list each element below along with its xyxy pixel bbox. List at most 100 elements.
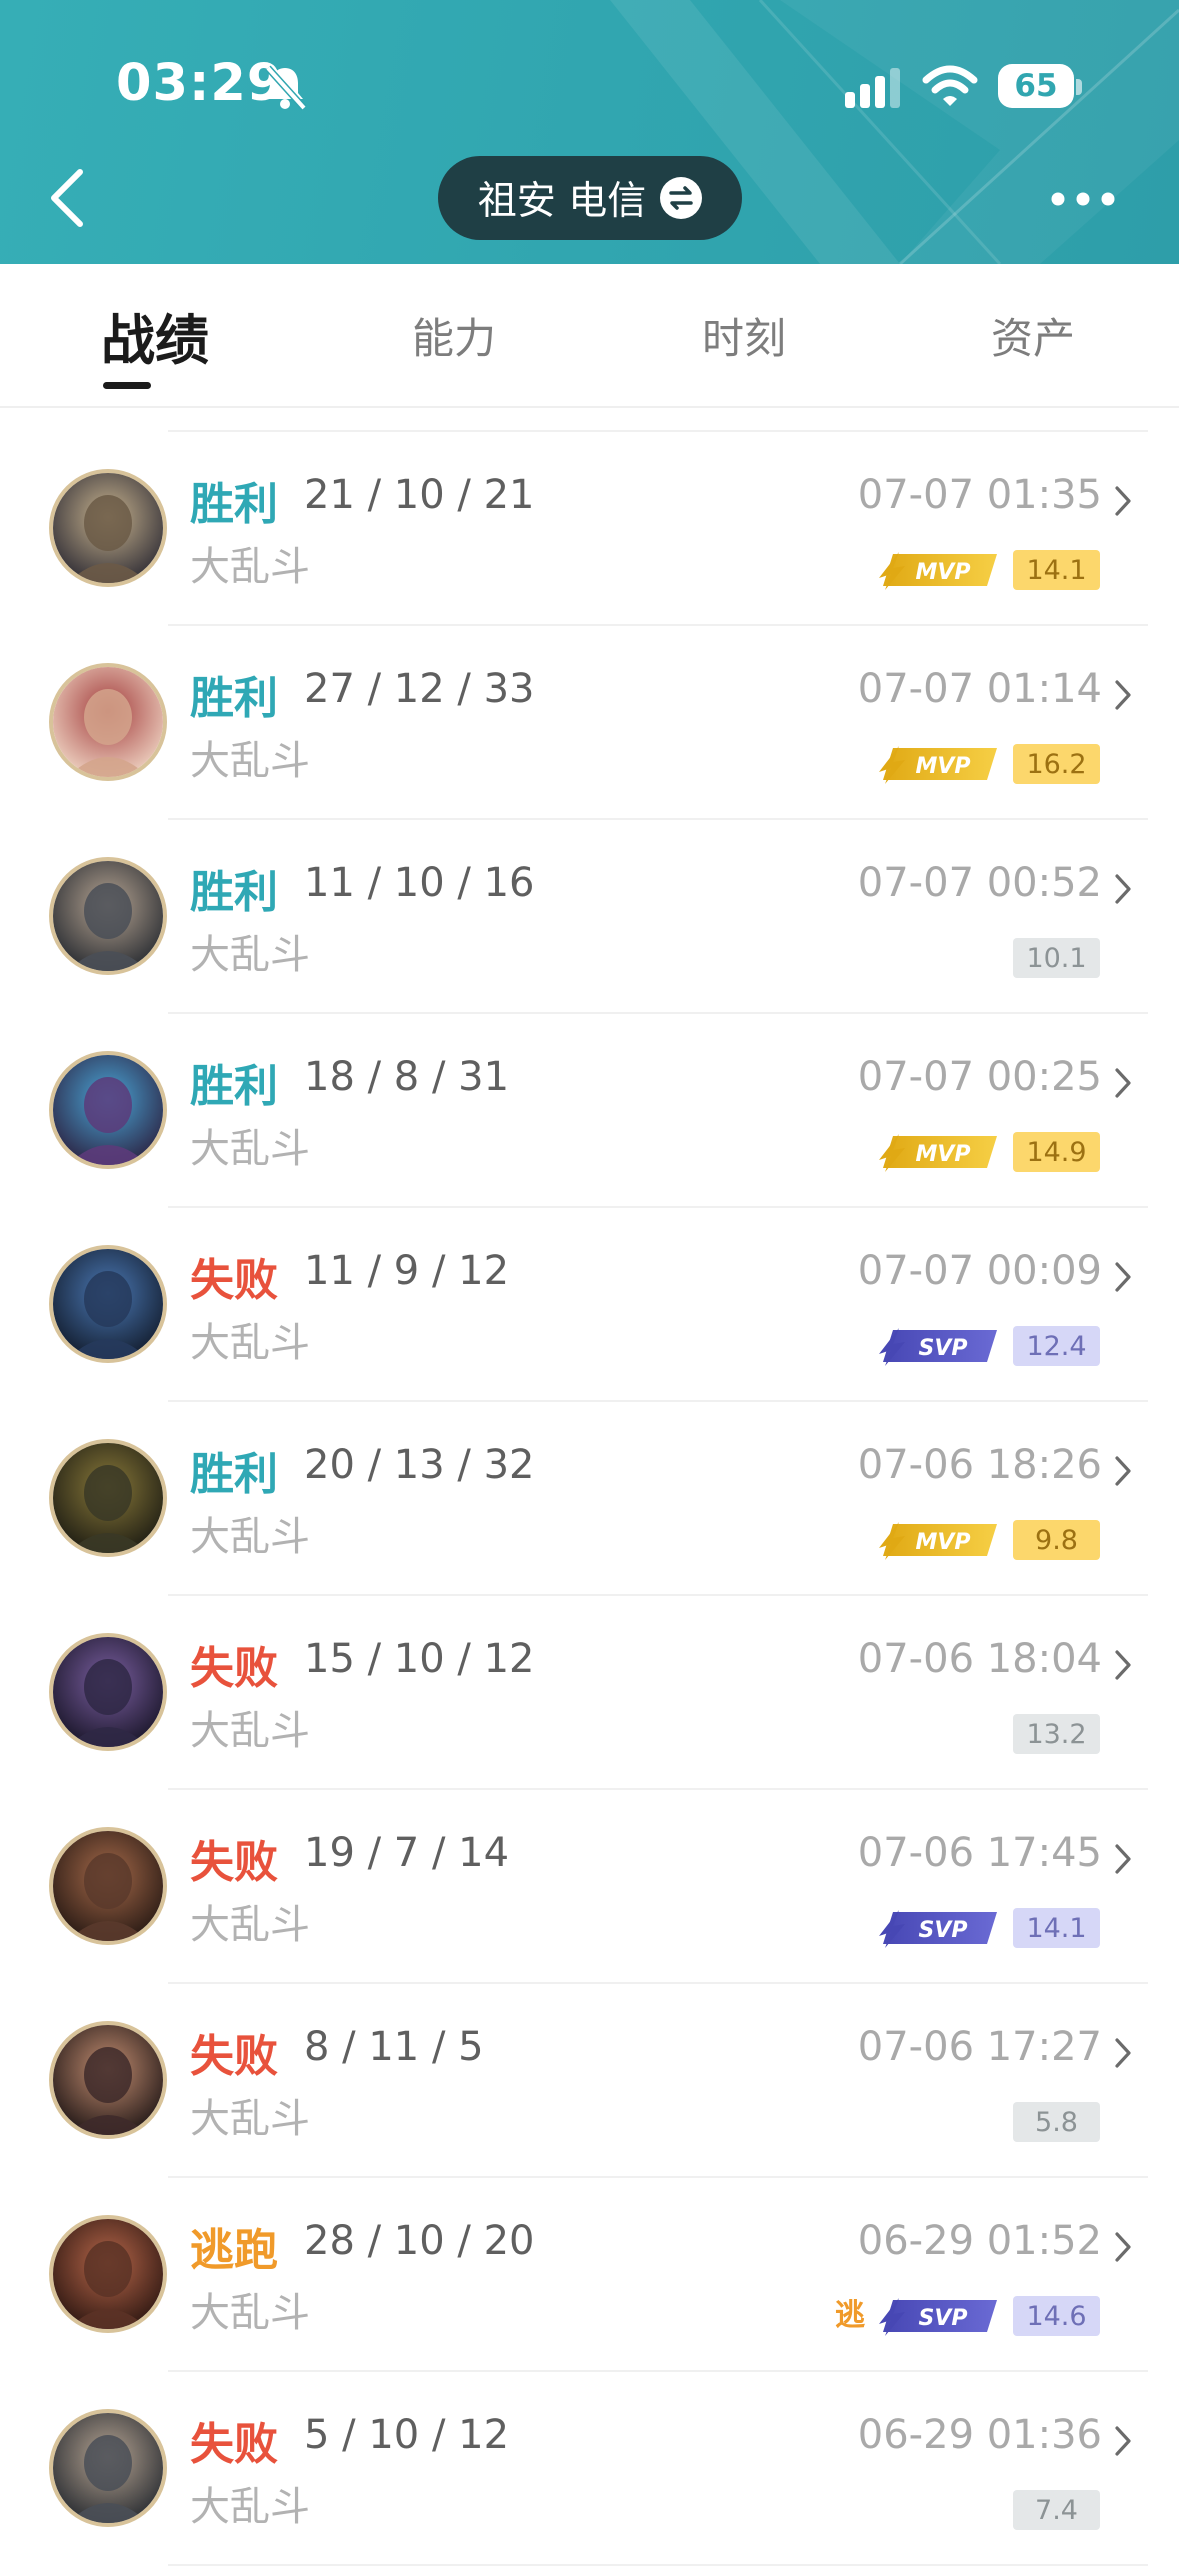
mvp-badge-icon: MVP [879, 1522, 997, 1560]
match-time: 07-07 00:09 [857, 1248, 1102, 1294]
score-badge: 5.8 [1013, 2102, 1100, 2142]
chevron-right-icon [1115, 1650, 1131, 1680]
match-row[interactable]: 胜利 20 / 13 / 32 大乱斗 07-06 18:26 MVP 9.8 [0, 1402, 1179, 1596]
match-result: 失败 [190, 2419, 278, 2470]
match-time: 07-06 18:04 [857, 1636, 1102, 1682]
swap-icon [660, 177, 703, 219]
tab-records[interactable]: 战绩 [55, 264, 255, 406]
match-mode: 大乱斗 [190, 1126, 310, 1172]
match-mode: 大乱斗 [190, 1514, 310, 1560]
champion-avatar [49, 1245, 167, 1363]
champion-avatar [49, 469, 167, 587]
match-result: 胜利 [190, 673, 278, 724]
chevron-right-icon [1115, 874, 1131, 904]
tab-ability[interactable]: 能力 [354, 264, 554, 406]
match-result: 失败 [190, 1643, 278, 1694]
bell-muted-icon [265, 65, 307, 111]
match-row[interactable]: 胜利 27 / 12 / 33 大乱斗 07-07 01:14 MVP 16.2 [0, 626, 1179, 820]
score-badge: 7.4 [1013, 2490, 1100, 2530]
champion-portrait [53, 2219, 163, 2329]
chevron-right-icon [1115, 1456, 1131, 1486]
match-badges: SVP 12.4 [879, 1323, 1100, 1369]
match-time: 07-06 17:27 [857, 2024, 1102, 2070]
match-row[interactable]: 失败 8 / 11 / 5 大乱斗 07-06 17:27 5.8 [0, 1984, 1179, 2178]
match-result: 胜利 [190, 479, 278, 530]
chevron-right-icon [1115, 1068, 1131, 1098]
wifi-icon [922, 65, 978, 106]
champion-avatar [49, 857, 167, 975]
svg-text:SVP: SVP [919, 1918, 968, 1943]
match-row[interactable]: 失败 5 / 10 / 12 大乱斗 06-29 01:36 7.4 [0, 2372, 1179, 2566]
match-mode: 大乱斗 [190, 1708, 310, 1754]
svp-badge-icon: SVP [879, 2298, 997, 2336]
server-name: 祖安 电信 [477, 179, 647, 224]
match-result: 失败 [190, 2031, 278, 2082]
score-badge: 13.2 [1013, 1714, 1100, 1754]
svg-text:SVP: SVP [919, 1336, 968, 1361]
match-row[interactable]: 胜利 11 / 10 / 16 大乱斗 07-07 00:52 10.1 [0, 820, 1179, 1014]
svg-text:MVP: MVP [915, 1530, 970, 1555]
match-badges: 10.1 [1013, 935, 1100, 981]
mvp-badge-icon: MVP [879, 552, 997, 590]
champion-avatar [49, 1439, 167, 1557]
match-kda: 20 / 13 / 32 [304, 1442, 535, 1488]
match-time: 07-07 00:25 [857, 1054, 1102, 1100]
match-time: 07-07 00:52 [857, 860, 1102, 906]
score-badge: 14.9 [1013, 1132, 1100, 1172]
chevron-right-icon [1115, 2426, 1131, 2456]
champion-portrait [53, 2413, 163, 2523]
server-switch-button[interactable]: 祖安 电信 [438, 156, 742, 240]
back-icon[interactable] [40, 158, 100, 238]
svp-badge-icon: SVP [879, 1328, 997, 1366]
svg-text:SVP: SVP [919, 2306, 968, 2331]
match-list: 胜利 21 / 10 / 21 大乱斗 07-07 01:35 MVP 14.1… [0, 432, 1179, 2566]
champion-avatar [49, 663, 167, 781]
match-kda: 15 / 10 / 12 [304, 1636, 535, 1682]
match-kda: 19 / 7 / 14 [304, 1830, 510, 1876]
tab-bar: 战绩 能力 时刻 资产 [0, 264, 1179, 408]
match-badges: SVP 14.1 [879, 1905, 1100, 1951]
match-time: 06-29 01:36 [857, 2412, 1102, 2458]
match-kda: 27 / 12 / 33 [304, 666, 535, 712]
champion-portrait [53, 667, 163, 777]
match-kda: 5 / 10 / 12 [304, 2412, 510, 2458]
match-kda: 18 / 8 / 31 [304, 1054, 510, 1100]
match-row[interactable]: 失败 15 / 10 / 12 大乱斗 07-06 18:04 13.2 [0, 1596, 1179, 1790]
chevron-right-icon [1115, 1844, 1131, 1874]
flee-icon: 逃 [835, 2298, 865, 2333]
match-time: 07-06 18:26 [857, 1442, 1102, 1488]
champion-avatar [49, 2021, 167, 2139]
tab-moments[interactable]: 时刻 [644, 264, 844, 406]
score-badge: 16.2 [1013, 744, 1100, 784]
champion-portrait [53, 1055, 163, 1165]
signal-icon [845, 68, 900, 108]
champion-portrait [53, 861, 163, 971]
match-result: 胜利 [190, 867, 278, 918]
match-mode: 大乱斗 [190, 932, 310, 978]
match-kda: 21 / 10 / 21 [304, 472, 535, 518]
champion-avatar [49, 1633, 167, 1751]
score-badge: 12.4 [1013, 1326, 1100, 1366]
match-row[interactable]: 胜利 21 / 10 / 21 大乱斗 07-07 01:35 MVP 14.1 [0, 432, 1179, 626]
match-row[interactable]: 失败 19 / 7 / 14 大乱斗 07-06 17:45 SVP 14.1 [0, 1790, 1179, 1984]
more-icon[interactable] [1048, 176, 1118, 222]
match-result: 失败 [190, 1837, 278, 1888]
match-time: 07-06 17:45 [857, 1830, 1102, 1876]
match-badges: MVP 14.1 [879, 547, 1100, 593]
chevron-right-icon [1115, 680, 1131, 710]
match-time: 07-07 01:35 [857, 472, 1102, 518]
champion-portrait [53, 1249, 163, 1359]
match-kda: 11 / 10 / 16 [304, 860, 535, 906]
match-row[interactable]: 逃跑 28 / 10 / 20 大乱斗 06-29 01:52 逃 SVP 14… [0, 2178, 1179, 2372]
mvp-badge-icon: MVP [879, 746, 997, 784]
match-badges: MVP 9.8 [879, 1517, 1100, 1563]
match-row[interactable]: 失败 11 / 9 / 12 大乱斗 07-07 00:09 SVP 12.4 [0, 1208, 1179, 1402]
tab-assets[interactable]: 资产 [933, 264, 1133, 406]
match-time: 06-29 01:52 [857, 2218, 1102, 2264]
match-mode: 大乱斗 [190, 2290, 310, 2336]
mvp-badge-icon: MVP [879, 1134, 997, 1172]
match-row[interactable]: 胜利 18 / 8 / 31 大乱斗 07-07 00:25 MVP 14.9 [0, 1014, 1179, 1208]
match-mode: 大乱斗 [190, 2096, 310, 2142]
score-badge: 9.8 [1013, 1520, 1100, 1560]
match-mode: 大乱斗 [190, 544, 310, 590]
